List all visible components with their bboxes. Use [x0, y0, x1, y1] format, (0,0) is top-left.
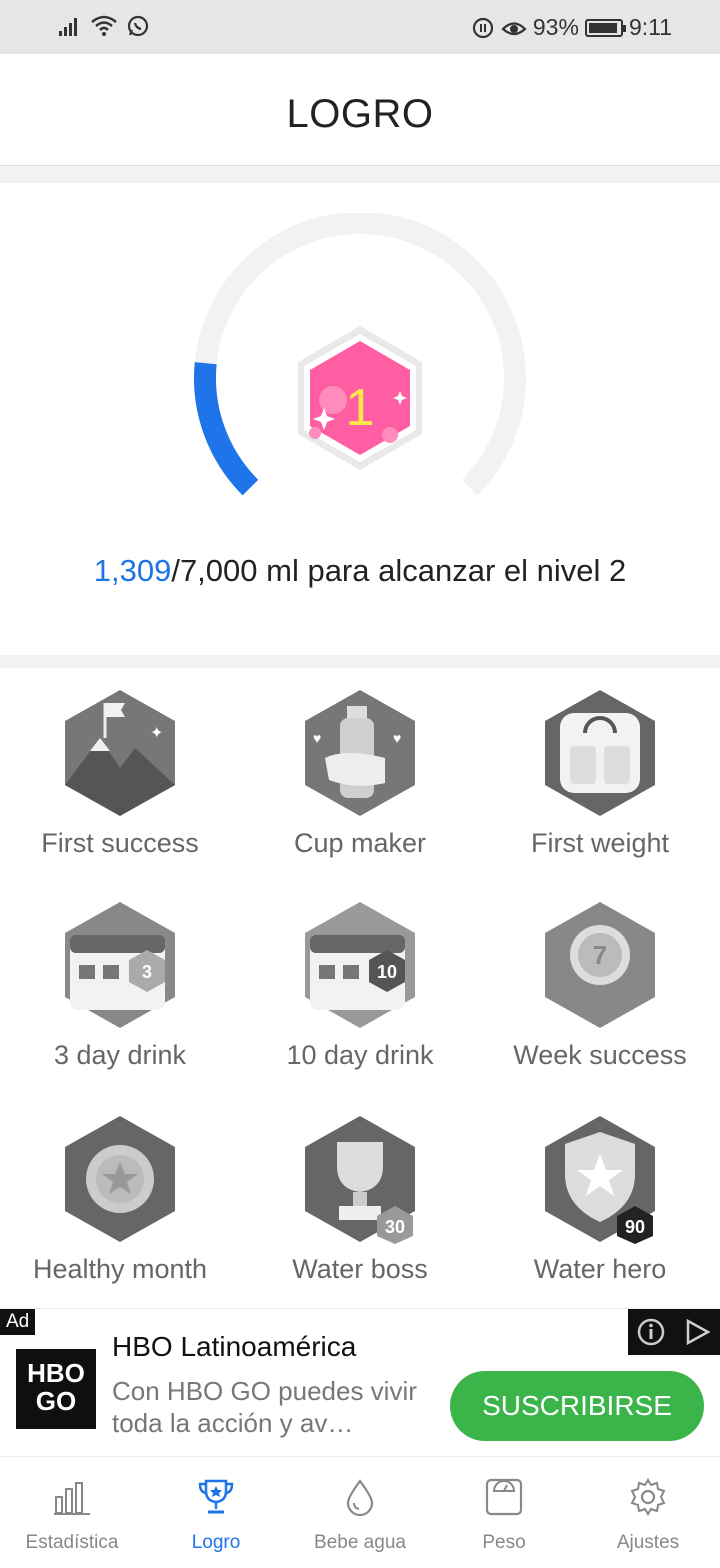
level-badge: 1 [298, 326, 422, 470]
achievement-label: Healthy month [32, 1254, 208, 1284]
achievements-grid: ✦ First success ♥ ♥ Cup maker First weig… [0, 668, 720, 1308]
nav-label: Ajustes [616, 1532, 680, 1553]
scale-icon [485, 1478, 523, 1516]
nav-logro[interactable]: Logro [144, 1457, 288, 1568]
achievement-week-success[interactable]: 7 Week success [480, 880, 720, 1092]
battery-percent: 93% [532, 14, 579, 40]
ad-title: HBO Latinoamérica [112, 1331, 357, 1362]
progress-target-text: /7,000 ml para alcanzar el nivel 2 [171, 553, 627, 588]
achievement-first-success[interactable]: ✦ First success [0, 668, 240, 880]
medal-7-icon: 7 [545, 902, 655, 1028]
battery-icon [584, 18, 626, 37]
achievement-label: 10 day drink [286, 1040, 434, 1070]
nav-peso[interactable]: Peso [432, 1457, 576, 1568]
achievement-cup-maker[interactable]: ♥ ♥ Cup maker [240, 668, 480, 880]
eye-comfort-icon [501, 21, 527, 35]
calendar-3-icon: 3 [65, 902, 175, 1028]
day-count: 30 [385, 1217, 405, 1237]
achievement-label: Cup maker [293, 828, 427, 858]
calendar-10-icon: 10 [305, 902, 415, 1028]
day-count: 10 [377, 962, 397, 982]
water-drop-icon [346, 1479, 374, 1517]
gauge-fill [194, 362, 259, 496]
hbo-go-logo: HBO GO [16, 1349, 96, 1429]
nav-label: Logro [191, 1532, 241, 1553]
bottom-nav: Estadística Logro Bebe agua Peso Ajustes [0, 1456, 720, 1568]
achievement-label: Water hero [533, 1254, 667, 1284]
achievement-water-hero[interactable]: 90 Water hero [480, 1094, 720, 1306]
trophy-icon [198, 1479, 234, 1514]
achievement-label: Week success [513, 1040, 687, 1070]
nav-label: Bebe agua [314, 1532, 406, 1553]
app-header: LOGRO [0, 54, 720, 166]
adchoices-play-icon[interactable] [682, 1317, 712, 1347]
signal-icon [59, 18, 77, 36]
achievement-label: 3 day drink [53, 1040, 187, 1070]
clock: 9:11 [628, 14, 672, 40]
progress-text: 1,309/7,000 ml para alcanzar el nivel 2 [0, 553, 720, 589]
ad-choices[interactable] [628, 1309, 720, 1355]
info-icon[interactable] [636, 1317, 666, 1347]
level-number: 1 [346, 379, 375, 437]
nav-ajustes[interactable]: Ajustes [576, 1457, 720, 1568]
achievement-label: First success [41, 828, 199, 858]
day-count: 90 [625, 1217, 645, 1237]
achievement-10-day-drink[interactable]: 10 10 day drink [240, 880, 480, 1092]
achievement-label: First weight [530, 828, 670, 858]
achievement-3-day-drink[interactable]: 3 3 day drink [0, 880, 240, 1092]
svg-text:✦: ✦ [150, 725, 163, 742]
progress-current: 1,309 [93, 553, 172, 588]
shield-star-icon: 90 [545, 1116, 655, 1244]
svg-text:♥: ♥ [313, 730, 321, 746]
svg-text:♥: ♥ [393, 730, 401, 746]
ad-tag: Ad [0, 1309, 36, 1335]
mountain-flag-icon: ✦ [65, 690, 175, 816]
level-progress-card: 1 1,309/7,000 ml para alcanzar el nivel … [0, 183, 720, 655]
scale-icon [545, 690, 655, 816]
day-count: 3 [142, 962, 152, 982]
trophy-icon: 30 [305, 1116, 415, 1244]
status-bar: 93% 9:11 [0, 0, 720, 54]
ad-description: Con HBO GO puedes vivir toda la acción y… [112, 1376, 417, 1438]
bottle-hand-icon: ♥ ♥ [305, 690, 415, 816]
wifi-icon [91, 15, 117, 36]
bar-chart-icon [54, 1482, 90, 1515]
gear-icon [630, 1478, 666, 1516]
nav-bebe-agua[interactable]: Bebe agua [288, 1457, 432, 1568]
nav-label: Peso [482, 1532, 526, 1553]
level-gauge: 1 [194, 213, 526, 496]
medal-number: 7 [593, 940, 607, 970]
nav-label: Estadística [25, 1532, 119, 1553]
achievement-first-weight[interactable]: First weight [480, 668, 720, 880]
achievement-water-boss[interactable]: 30 Water boss [240, 1094, 480, 1306]
data-saver-icon [472, 17, 493, 38]
achievement-healthy-month[interactable]: Healthy month [0, 1094, 240, 1306]
page-title: LOGRO [286, 92, 434, 136]
ad-banner[interactable]: Ad HBO GO HBO Latinoamérica Con HBO GO p… [0, 1308, 720, 1456]
whatsapp-icon [127, 15, 149, 37]
achievement-label: Water boss [292, 1254, 428, 1284]
star-medal-icon [65, 1116, 175, 1242]
nav-estadistica[interactable]: Estadística [0, 1457, 144, 1568]
subscribe-button[interactable]: SUSCRIBIRSE [450, 1371, 704, 1441]
